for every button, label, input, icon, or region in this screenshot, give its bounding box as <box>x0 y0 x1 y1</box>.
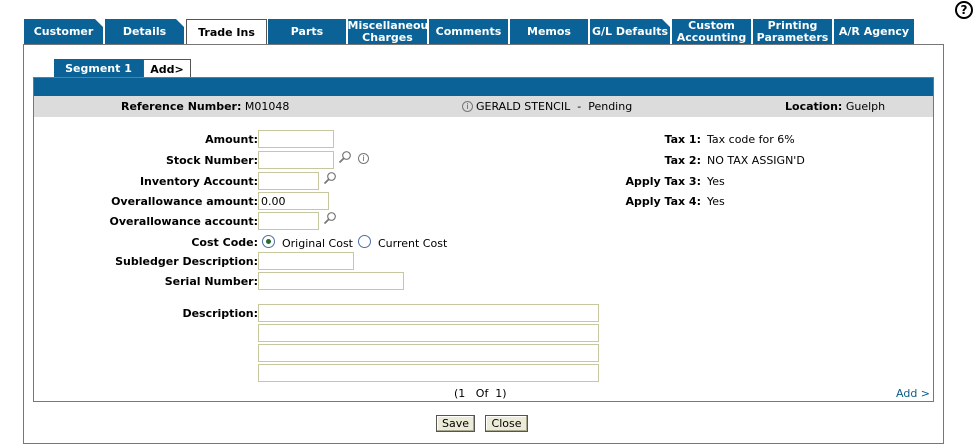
overallowance-account-input[interactable] <box>258 212 319 230</box>
subledger-description-label: Subledger Description: <box>115 255 258 268</box>
apply-tax4-value: Yes <box>707 195 725 208</box>
pagination-text: (1 Of 1) <box>454 387 507 400</box>
tax2-label: Tax 2: <box>664 154 702 167</box>
close-button[interactable]: Close <box>485 415 528 432</box>
tab-trade-ins[interactable]: Trade Ins <box>186 19 267 46</box>
add-link[interactable]: Add > <box>896 387 930 400</box>
apply-tax3-label: Apply Tax 3: <box>625 175 701 188</box>
tab-parts[interactable]: Parts <box>268 19 347 45</box>
serial-number-label: Serial Number: <box>164 275 258 288</box>
tax-labels: Tax 1: Tax 2: Apply Tax 3: Apply Tax 4: <box>34 78 701 208</box>
tab-gl-defaults[interactable]: G/L Defaults <box>590 19 671 45</box>
original-cost-label: Original Cost <box>282 237 353 250</box>
help-icon[interactable]: ? <box>955 1 973 19</box>
segment-content: Reference Number: M01048 i GERALD STENCI… <box>33 77 934 402</box>
segment-tab-1[interactable]: Segment 1 <box>54 59 143 78</box>
description-line-4[interactable] <box>258 364 599 382</box>
overallowance-search-icon[interactable] <box>323 211 337 225</box>
apply-tax3-value: Yes <box>707 175 725 188</box>
description-line-2[interactable] <box>258 324 599 342</box>
location: Location: Guelph <box>785 100 886 113</box>
description-line-3[interactable] <box>258 344 599 362</box>
tab-miscellaneous-charges[interactable]: Miscellaneous Charges <box>348 19 435 45</box>
cost-code-label: Cost Code: <box>191 236 258 249</box>
tab-memos[interactable]: Memos <box>510 19 589 45</box>
current-cost-radio[interactable] <box>358 235 371 248</box>
tax2-value: NO TAX ASSIGN'D <box>707 154 805 167</box>
tab-customer[interactable]: Customer <box>24 19 104 45</box>
tab-ar-agency[interactable]: A/R Agency <box>834 19 915 45</box>
apply-tax4-label: Apply Tax 4: <box>625 195 701 208</box>
current-cost-label: Current Cost <box>378 237 448 250</box>
description-label: Description: <box>182 307 258 320</box>
subledger-description-input[interactable] <box>258 252 354 270</box>
tab-custom-accounting[interactable]: Custom Accounting <box>672 19 752 45</box>
save-button[interactable]: Save <box>436 415 475 432</box>
top-tab-bar: Customer Details Trade Ins Parts Miscell… <box>24 19 916 46</box>
add-segment-tab[interactable]: Add> <box>143 59 191 78</box>
tax1-label: Tax 1: <box>664 133 702 146</box>
tab-printing-parameters[interactable]: Printing Parameters <box>753 19 833 45</box>
description-line-1[interactable] <box>258 304 599 322</box>
serial-number-input[interactable] <box>258 272 404 290</box>
overallowance-account-label: Overallowance account: <box>109 215 259 228</box>
tab-details[interactable]: Details <box>105 19 185 45</box>
original-cost-radio[interactable] <box>262 235 275 248</box>
tax1-value: Tax code for 6% <box>707 133 795 146</box>
tab-comments[interactable]: Comments <box>429 19 509 45</box>
trade-ins-panel: Segment 1 Add> Reference Number: M01048 … <box>23 44 944 444</box>
